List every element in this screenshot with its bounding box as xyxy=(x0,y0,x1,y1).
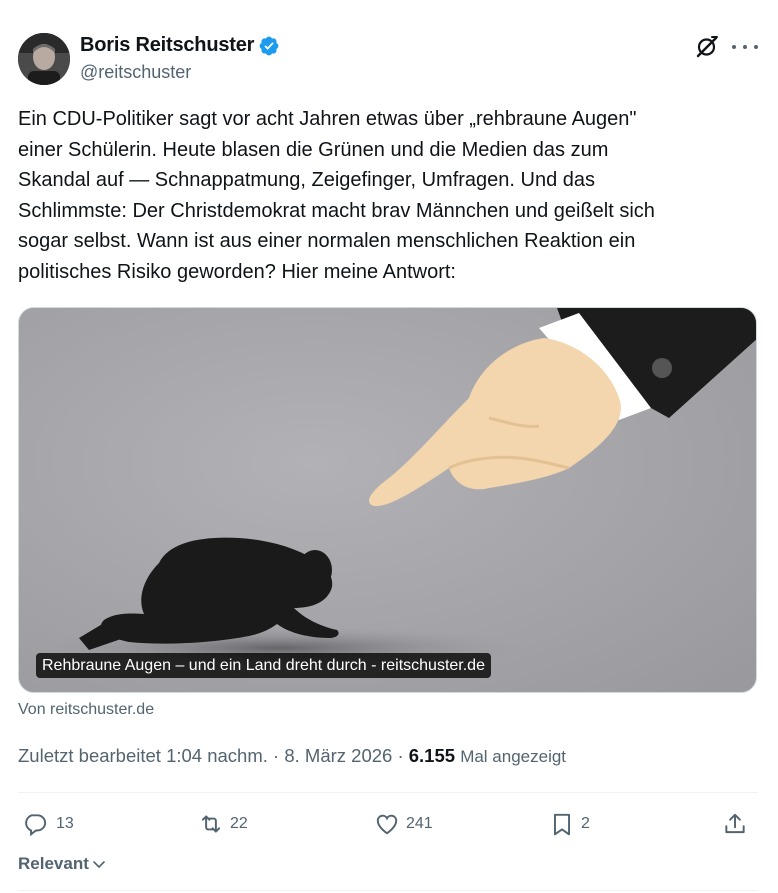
sort-label: Relevant xyxy=(18,854,89,873)
tweet-text: Ein CDU-Politiker sagt vor acht Jahren e… xyxy=(18,108,655,283)
grok-icon[interactable] xyxy=(694,34,720,60)
verified-badge-icon xyxy=(258,35,280,57)
bookmark-button[interactable]: 2 xyxy=(549,808,590,840)
reply-icon xyxy=(25,814,47,837)
divider xyxy=(18,792,758,793)
view-count: 6.155 xyxy=(408,745,456,766)
bookmark-icon xyxy=(553,813,571,836)
view-label: Mal angezeigt xyxy=(460,747,567,766)
reply-count: 13 xyxy=(56,815,74,832)
repost-icon xyxy=(201,815,221,833)
tweet-meta: Zuletzt bearbeitet 1:04 nachm. · 8. März… xyxy=(18,745,566,767)
chevron-down-icon xyxy=(93,861,105,869)
link-card[interactable]: Rehbraune Augen – und ein Land dreht dur… xyxy=(18,307,757,693)
action-bar: 13 22 241 2 xyxy=(18,808,758,840)
share-icon xyxy=(725,813,745,834)
repost-count: 22 xyxy=(230,815,248,832)
divider xyxy=(18,890,758,891)
like-button[interactable]: 241 xyxy=(374,808,433,840)
like-count: 241 xyxy=(406,815,433,832)
tweet-header: Boris Reitschuster @reitschuster xyxy=(18,30,758,90)
heart-icon xyxy=(376,814,398,835)
author-name[interactable]: Boris Reitschuster xyxy=(80,34,254,57)
more-icon[interactable] xyxy=(732,38,758,56)
author-handle[interactable]: @reitschuster xyxy=(80,62,191,83)
card-caption[interactable]: Rehbraune Augen – und ein Land dreht dur… xyxy=(36,653,491,678)
reply-button[interactable]: 13 xyxy=(24,808,74,840)
card-image xyxy=(19,308,756,692)
repost-button[interactable]: 22 xyxy=(198,808,248,840)
share-button[interactable] xyxy=(722,808,748,840)
avatar[interactable] xyxy=(18,33,70,85)
sort-replies-dropdown[interactable]: Relevant xyxy=(18,854,107,874)
bookmark-count: 2 xyxy=(581,815,590,832)
edited-timestamp[interactable]: Zuletzt bearbeitet 1:04 nachm. · 8. März… xyxy=(18,745,409,766)
card-source[interactable]: Von reitschuster.de xyxy=(18,701,154,719)
